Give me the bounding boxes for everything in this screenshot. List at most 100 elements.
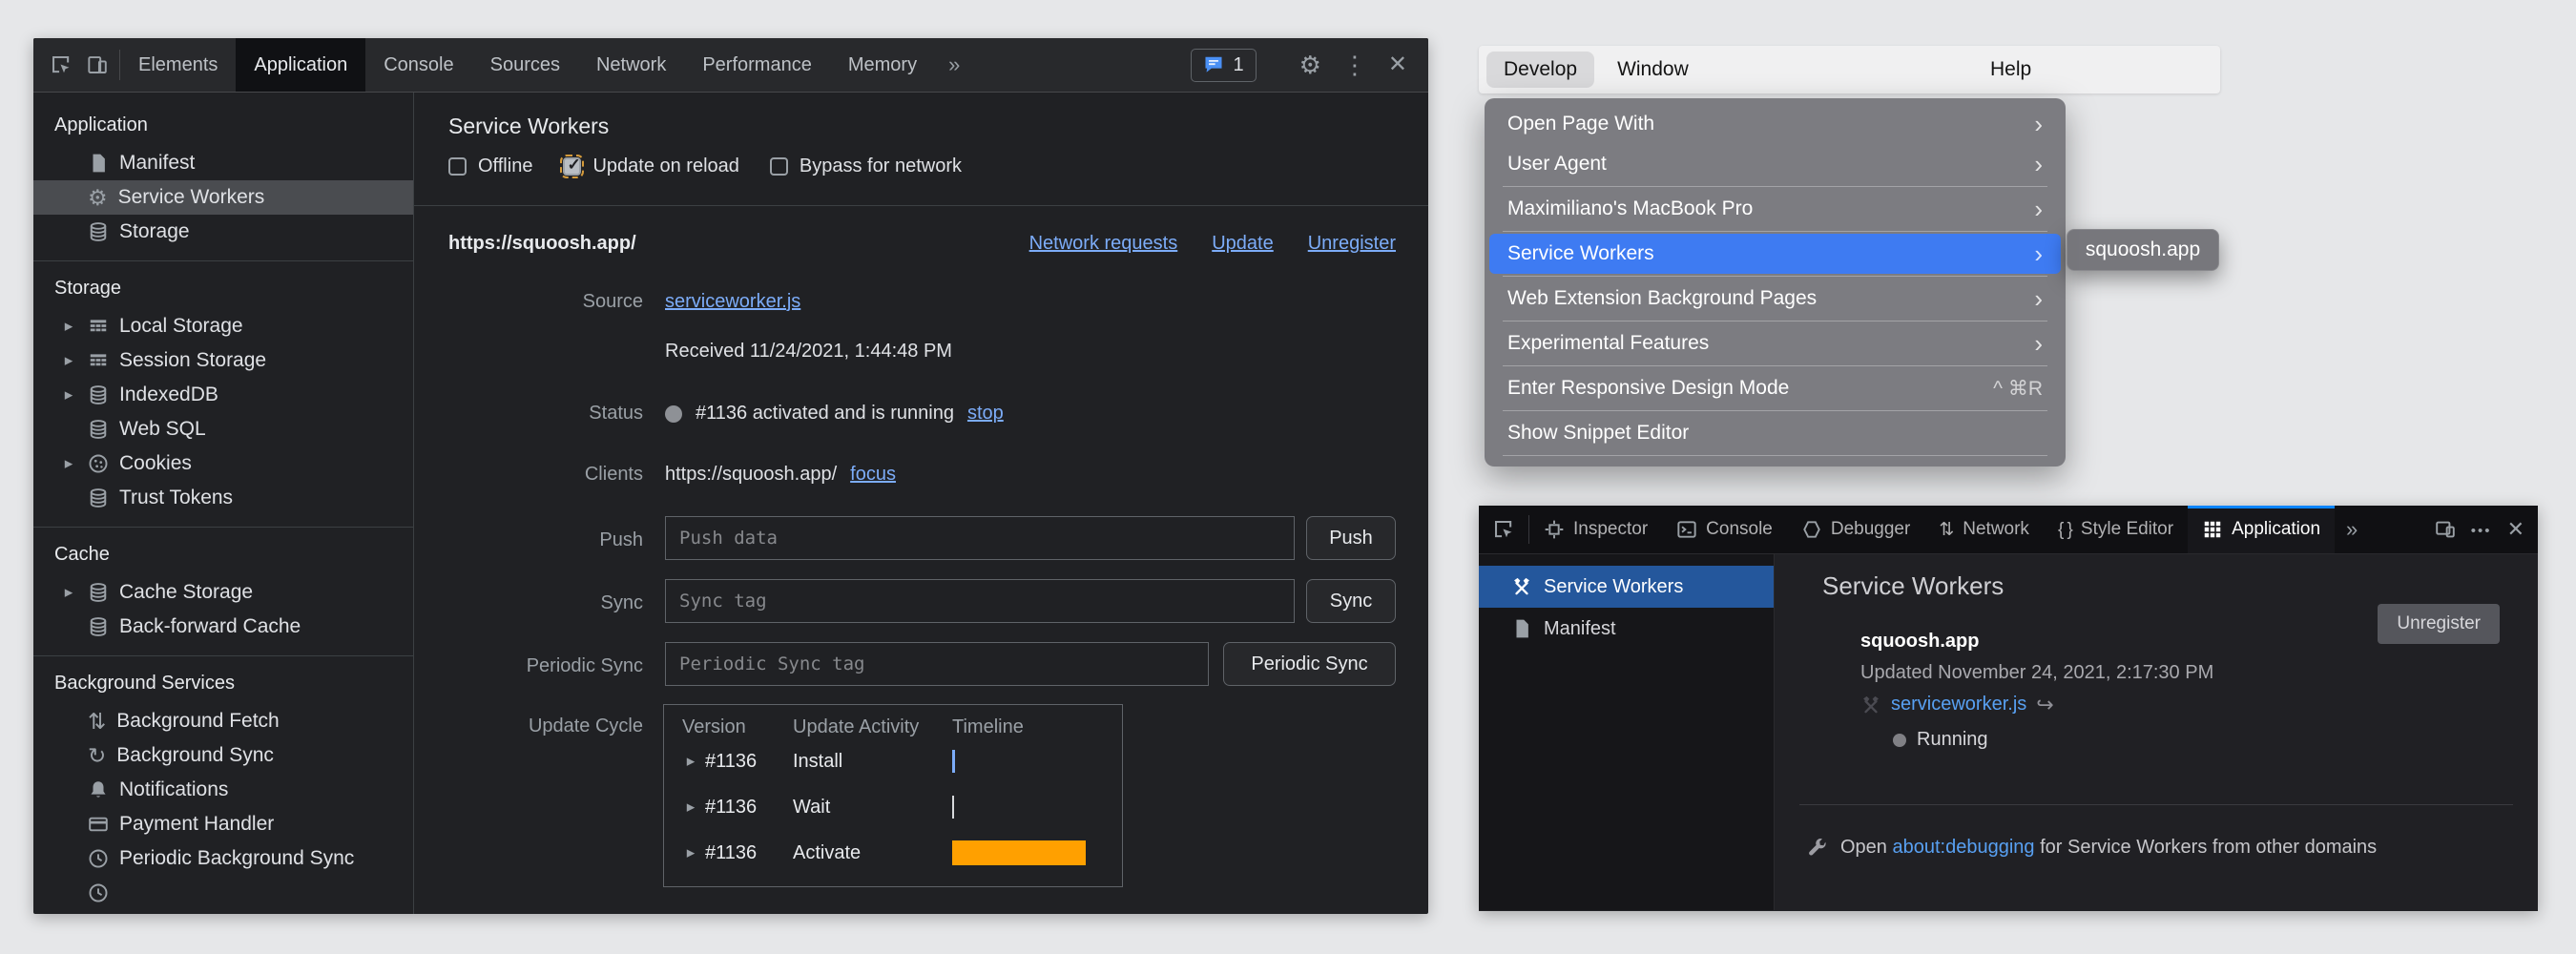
chrome-sidebar: Application Manifest Service Workers <box>33 93 414 914</box>
sidebar-item-storage[interactable]: Storage <box>33 215 413 249</box>
periodic-sync-button[interactable]: Periodic Sync <box>1223 642 1396 686</box>
sidebar-item-local-storage[interactable]: Local Storage <box>33 309 413 343</box>
meatball-menu-icon[interactable] <box>2471 521 2492 539</box>
bypass-for-network-checkbox[interactable] <box>770 157 788 176</box>
sidebar-item-cache-storage[interactable]: Cache Storage <box>33 575 413 610</box>
more-tabs-icon[interactable] <box>935 38 973 92</box>
device-toolbar-icon[interactable] <box>87 54 108 75</box>
caret-icon[interactable] <box>60 583 77 602</box>
menu-item-show-snippet-editor[interactable]: Show Snippet Editor <box>1489 413 2061 453</box>
push-data-input[interactable] <box>665 516 1295 560</box>
sidebar-item-label: Periodic Background Sync <box>119 847 354 870</box>
checkbox-label: Offline <box>478 156 532 177</box>
tab-label: Application <box>2232 519 2320 540</box>
inspect-element-icon[interactable] <box>51 54 72 75</box>
serviceworker-source-link[interactable]: serviceworker.js <box>1891 694 2026 716</box>
caret-icon[interactable] <box>60 454 77 473</box>
sidebar-item-trust-tokens[interactable]: Trust Tokens <box>33 481 413 515</box>
tab-elements[interactable]: Elements <box>120 38 236 92</box>
menubar-item-window[interactable]: Window <box>1617 58 1689 81</box>
tab-debugger[interactable]: Debugger <box>1787 506 1924 553</box>
sidebar-item-background-fetch[interactable]: Background Fetch <box>33 704 413 738</box>
tab-label: Network <box>1963 519 2029 540</box>
close-icon[interactable] <box>1388 53 1407 76</box>
menu-item-service-workers[interactable]: Service Workers <box>1489 234 2061 274</box>
sidebar-item-background-sync[interactable]: Background Sync <box>33 738 413 773</box>
caret-icon[interactable] <box>682 752 699 771</box>
menu-item-macbook-pro[interactable]: Maximiliano's MacBook Pro <box>1489 189 2061 229</box>
bypass-for-network-option[interactable]: Bypass for network <box>770 156 962 177</box>
caret-icon[interactable] <box>682 843 699 862</box>
sidebar-item-manifest[interactable]: Manifest <box>33 146 413 180</box>
stop-link[interactable]: stop <box>967 403 1004 425</box>
sidebar-item-periodic-background-sync[interactable]: Periodic Background Sync <box>33 841 413 876</box>
menu-item-web-extension-background-pages[interactable]: Web Extension Background Pages <box>1489 279 2061 319</box>
sidebar-item-payment-handler[interactable]: Payment Handler <box>33 807 413 841</box>
update-on-reload-option[interactable]: Update on reload <box>563 156 738 177</box>
tab-memory[interactable]: Memory <box>830 38 935 92</box>
sidebar-item-service-workers[interactable]: Service Workers <box>33 180 413 215</box>
menu-item-enter-responsive-design-mode[interactable]: Enter Responsive Design Mode ^ ⌘R <box>1489 368 2061 408</box>
sidebar-item-indexeddb[interactable]: IndexedDB <box>33 378 413 412</box>
sidebar-item-back-forward-cache[interactable]: Back-forward Cache <box>33 610 413 644</box>
tab-inspector[interactable]: Inspector <box>1529 506 1662 553</box>
tab-sources[interactable]: Sources <box>472 38 578 92</box>
settings-gear-icon[interactable] <box>1299 52 1321 77</box>
status-dot-icon <box>1893 734 1906 747</box>
sidebar-item-service-workers[interactable]: Service Workers <box>1479 566 1774 608</box>
table-row[interactable]: #1136 Activate <box>664 830 1122 876</box>
menu-item-open-page-with[interactable]: Open Page With <box>1489 104 2061 144</box>
close-icon[interactable] <box>2507 519 2524 540</box>
sidebar-item-session-storage[interactable]: Session Storage <box>33 343 413 378</box>
sync-button[interactable]: Sync <box>1306 579 1396 623</box>
push-button[interactable]: Push <box>1306 516 1396 560</box>
menu-item-label: Experimental Features <box>1507 332 1709 355</box>
unregister-button[interactable]: Unregister <box>2378 604 2500 644</box>
responsive-design-icon[interactable] <box>2435 519 2456 540</box>
tab-performance[interactable]: Performance <box>684 38 830 92</box>
caret-icon[interactable] <box>60 385 77 404</box>
menu-item-shortcut: ^ ⌘R <box>1993 377 2043 401</box>
caret-icon[interactable] <box>60 351 77 370</box>
tab-network[interactable]: Network <box>1924 506 2044 553</box>
tab-network[interactable]: Network <box>578 38 684 92</box>
service-workers-submenu[interactable]: squoosh.app <box>2067 229 2219 271</box>
menu-item-label: User Agent <box>1507 153 1607 176</box>
sidebar-item-cookies[interactable]: Cookies <box>33 446 413 481</box>
tab-application[interactable]: Application <box>2188 506 2335 553</box>
menu-item-experimental-features[interactable]: Experimental Features <box>1489 323 2061 363</box>
issues-button[interactable]: 1 <box>1191 49 1256 82</box>
more-tabs-icon[interactable] <box>2335 506 2369 553</box>
about-debugging-link[interactable]: about:debugging <box>1892 837 2034 858</box>
submenu-item-squoosh[interactable]: squoosh.app <box>2086 238 2200 261</box>
table-row[interactable]: #1136 Wait <box>664 784 1122 830</box>
update-link[interactable]: Update <box>1212 233 1274 255</box>
sidebar-item-notifications[interactable]: Notifications <box>33 773 413 807</box>
offline-option[interactable]: Offline <box>448 156 532 177</box>
tab-console[interactable]: Console <box>1662 506 1787 553</box>
footer-text: for Service Workers from other domains <box>2035 837 2378 858</box>
serviceworker-source-link[interactable]: serviceworker.js <box>665 291 800 313</box>
focus-link[interactable]: focus <box>850 464 896 486</box>
tab-style-editor[interactable]: Style Editor <box>2044 506 2188 553</box>
sync-tag-input[interactable] <box>665 579 1295 623</box>
kebab-menu-icon[interactable] <box>1342 52 1367 77</box>
caret-icon[interactable] <box>60 317 77 336</box>
periodic-sync-tag-input[interactable] <box>665 642 1209 686</box>
pick-element-icon[interactable] <box>1493 519 1514 540</box>
menubar-item-develop[interactable]: Develop <box>1486 52 1594 88</box>
tab-console[interactable]: Console <box>365 38 471 92</box>
offline-checkbox[interactable] <box>448 157 467 176</box>
database-icon <box>88 221 109 242</box>
firefox-sidebar: Service Workers Manifest <box>1479 554 1775 910</box>
unregister-link[interactable]: Unregister <box>1308 233 1396 255</box>
network-requests-link[interactable]: Network requests <box>1029 233 1178 255</box>
caret-icon[interactable] <box>682 798 699 817</box>
table-row[interactable]: #1136 Install <box>664 738 1122 784</box>
menu-item-user-agent[interactable]: User Agent <box>1489 144 2061 184</box>
sidebar-item-manifest[interactable]: Manifest <box>1479 608 1774 650</box>
tab-application[interactable]: Application <box>236 38 365 92</box>
update-on-reload-checkbox[interactable] <box>563 157 581 176</box>
menubar-item-help[interactable]: Help <box>1990 58 2031 81</box>
sidebar-item-web-sql[interactable]: Web SQL <box>33 412 413 446</box>
